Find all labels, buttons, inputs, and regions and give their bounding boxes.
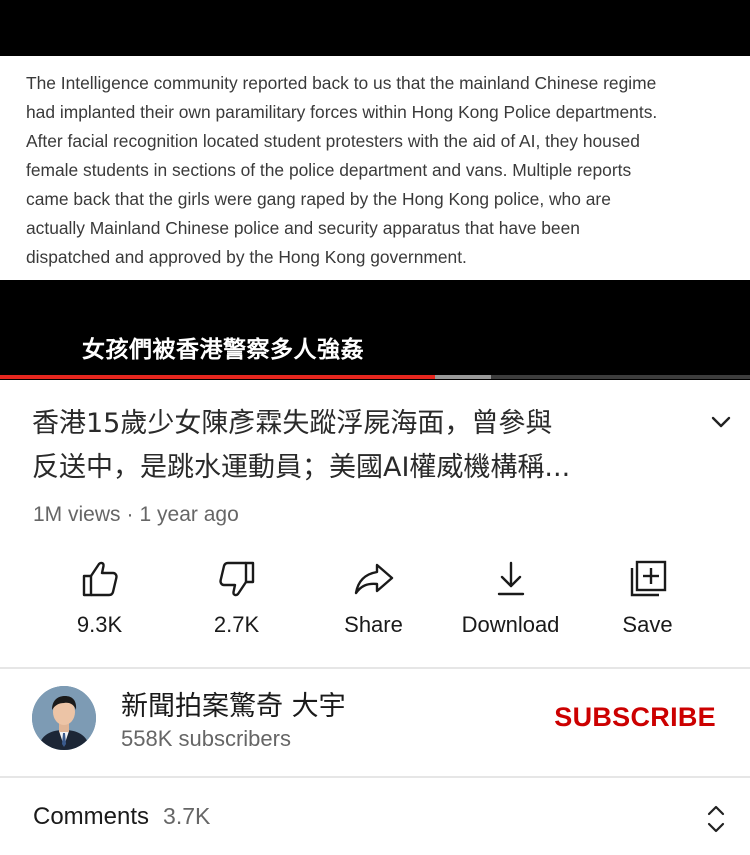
share-button[interactable]: Share [305,558,442,648]
document-line: dispatched and approved by the Hong Kong… [26,247,467,267]
video-player[interactable]: The Intelligence community reported back… [0,0,750,380]
comments-header[interactable]: Comments 3.7K [33,803,210,831]
save-button[interactable]: Save [579,558,716,648]
meta-separator: · [126,503,134,526]
dislike-count: 2.7K [213,612,260,637]
progress-bar[interactable] [0,375,750,379]
chevron-down-icon[interactable] [708,410,734,434]
action-bar: 9.3K 2.7K Share Download Save [31,558,717,648]
document-line: came back that the girls were gang raped… [26,189,611,209]
thumbs-up-icon [79,558,121,600]
divider [0,667,750,669]
document-line: After facial recognition located student… [26,131,640,151]
thumbs-down-icon [216,558,258,600]
share-label: Share [344,612,403,637]
video-title-line: 香港15歲少女陳彥霖失蹤浮屍海面，曾參與 [32,408,553,439]
upload-age: 1 year ago [139,503,239,526]
download-icon [490,558,532,600]
share-icon [353,558,395,600]
progress-played [0,375,435,379]
comments-label: Comments [33,803,150,830]
video-title-block[interactable]: 香港15歲少女陳彥霖失蹤浮屍海面，曾參與 反送中，是跳水運動員；美國AI權威機構… [32,402,672,490]
view-count: 1M views [33,503,121,526]
dislike-button[interactable]: 2.7K [168,558,305,648]
document-line: had implanted their own paramilitary for… [26,102,658,122]
video-caption: 女孩們被香港警察多人強姦 [82,337,364,363]
document-line: actually Mainland Chinese police and sec… [26,218,580,238]
video-frame-document: The Intelligence community reported back… [0,56,750,280]
like-button[interactable]: 9.3K [31,558,168,648]
document-line: female students in sections of the polic… [26,160,632,180]
video-title-line: 反送中，是跳水運動員；美國AI權威機構稱... [32,452,571,483]
video-meta: 1M views · 1 year ago [33,503,239,527]
save-playlist-icon [627,558,669,600]
divider [0,776,750,778]
like-count: 9.3K [76,612,123,637]
subscribe-button[interactable]: SUBSCRIBE [554,702,716,733]
document-line: The Intelligence community reported back… [26,73,657,93]
download-label: Download [461,612,560,637]
channel-name[interactable]: 新聞拍案驚奇 大宇 [121,684,346,723]
download-button[interactable]: Download [442,558,579,648]
unfold-icon[interactable] [705,803,727,835]
avatar[interactable] [32,686,96,750]
comments-count: 3.7K [163,803,211,829]
save-label: Save [622,612,673,637]
subscriber-count: 558K subscribers [121,726,291,751]
